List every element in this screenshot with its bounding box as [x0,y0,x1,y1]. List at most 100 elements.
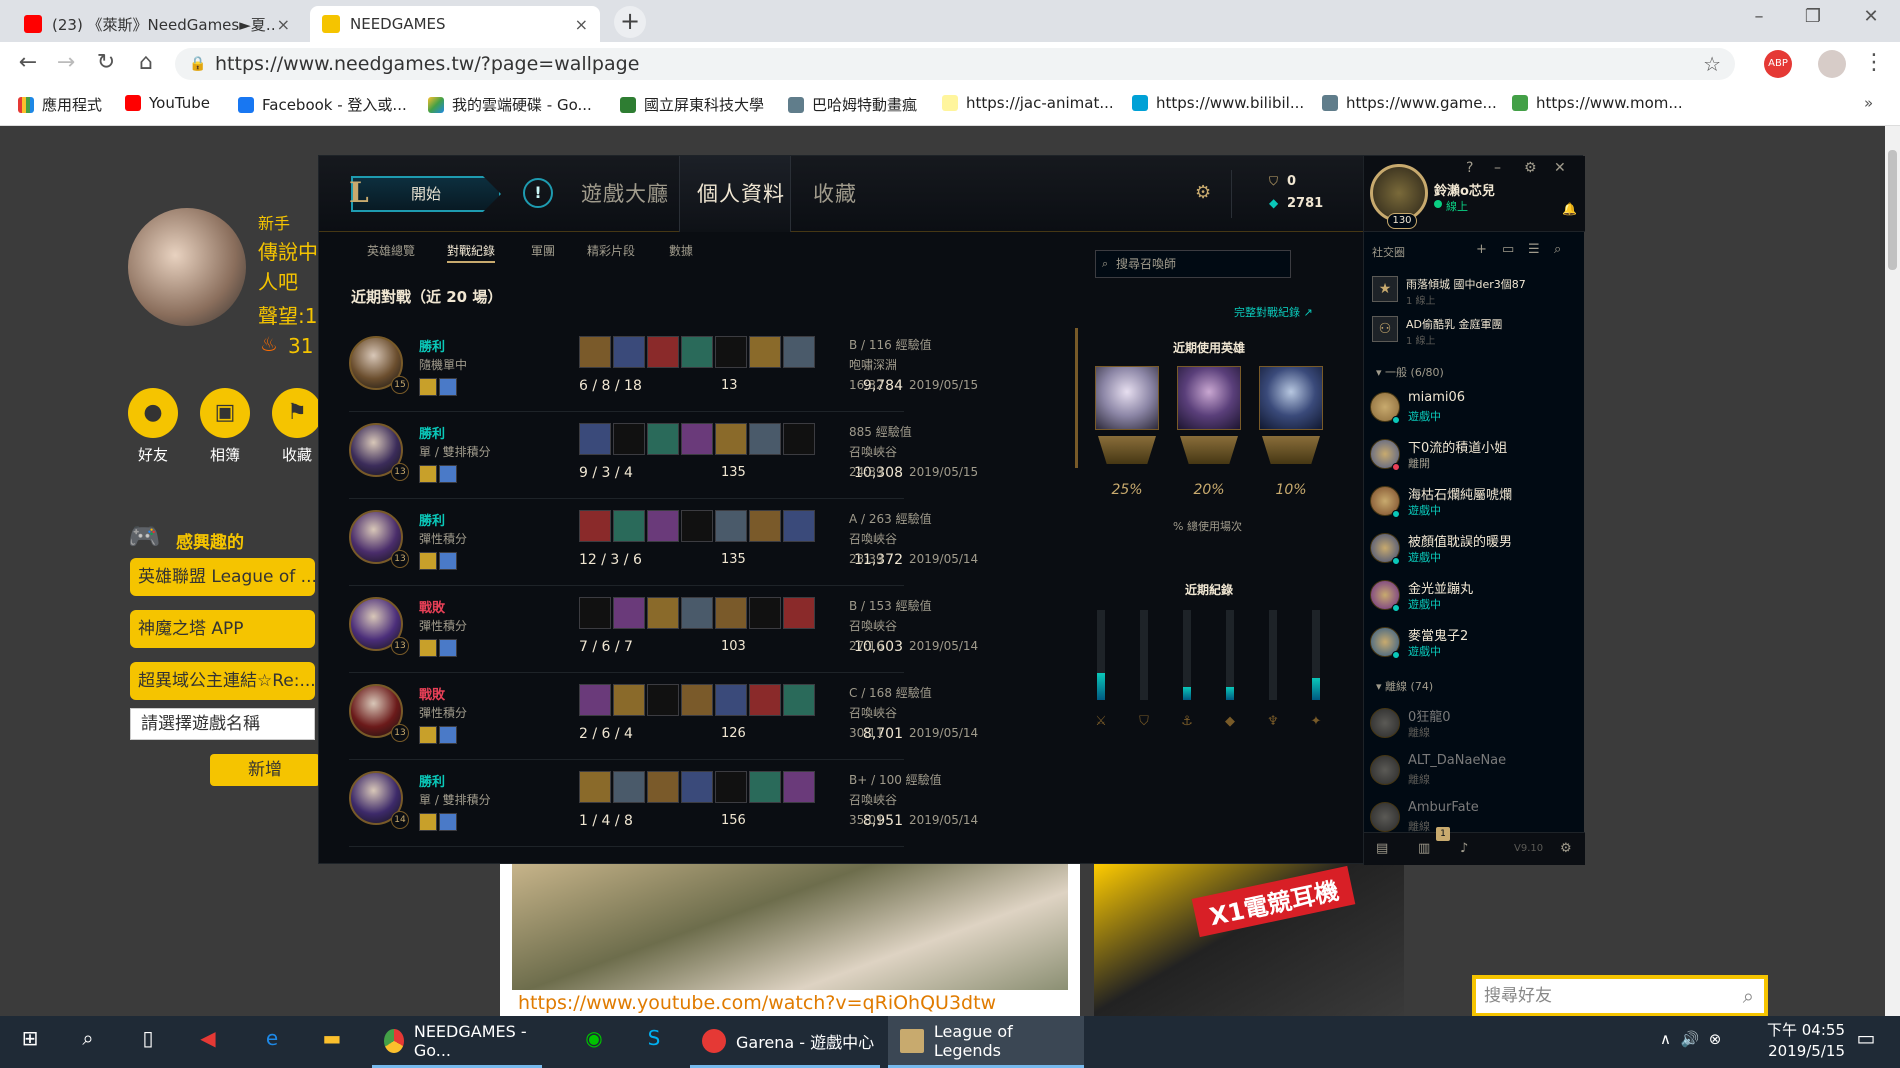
restore-icon[interactable]: ❐ [1790,6,1836,27]
item-icon[interactable] [681,684,713,716]
item-icon[interactable] [613,423,645,455]
item-icon[interactable] [647,771,679,803]
item-icon[interactable] [647,336,679,368]
item-icon[interactable] [647,510,679,542]
bookmark-mom[interactable]: https://www.mom... [1512,94,1683,112]
group-offline[interactable]: ▾ 離線 (74) [1376,678,1433,694]
folder-icon[interactable]: ▭ [1502,242,1514,257]
messages-icon[interactable]: ▥ [1418,841,1430,856]
top-champ-portrait[interactable] [1177,366,1241,430]
clock[interactable]: 下午 04:55 2019/5/15 [1745,1020,1845,1062]
new-tab-button[interactable]: + [614,6,646,38]
star-icon[interactable]: ☆ [1703,48,1721,80]
search-icon[interactable]: ⌕ [1743,979,1754,1013]
item-icon[interactable] [749,423,781,455]
nav-home[interactable]: 遊戲大廳 [581,178,669,208]
bookmark-drive[interactable]: 我的雲端硬碟 - Go... [428,94,592,115]
list-icon[interactable]: ☰ [1528,242,1540,257]
skype-icon[interactable]: S [638,1026,670,1050]
interest-item[interactable]: 神魔之塔 APP [130,610,315,648]
item-icon[interactable] [783,510,815,542]
item-icon[interactable] [681,597,713,629]
folder-icon[interactable]: ▬ [316,1026,348,1050]
back-icon[interactable]: ← [14,50,42,75]
album-button[interactable]: ▣ [200,388,250,438]
item-icon[interactable] [613,684,645,716]
friend-search[interactable]: 搜尋好友 ⌕ [1472,975,1768,1017]
ad-banner[interactable]: X1電競耳機 [1094,864,1404,1016]
item-icon[interactable] [579,771,611,803]
scrollbar-thumb[interactable] [1888,150,1897,270]
champion-portrait[interactable]: 13 [349,597,409,655]
profile-photo[interactable] [128,208,246,326]
friend-row[interactable]: 麥當鬼子2 遊戲中 [1370,621,1580,667]
item-icon[interactable] [749,597,781,629]
interest-item[interactable]: 超異域公主連結☆Re:... [130,662,315,700]
item-icon[interactable] [579,423,611,455]
friend-row[interactable]: ALT_DaNaeNae 離線 [1370,749,1580,795]
bookmark-apps[interactable]: 應用程式 [18,94,102,115]
address-bar[interactable]: 🔒 https://www.needgames.tw/?page=wallpag… [175,48,1735,80]
club-row[interactable]: ★ 雨落傾城 國中der3個87 1 線上 [1372,272,1572,310]
subtab-clubs[interactable]: 軍團 [531,242,555,259]
summoner-status[interactable]: 線上 [1446,198,1468,214]
notification-icon[interactable]: 🔔 [1562,202,1577,216]
chat-icon[interactable]: ▤ [1376,841,1388,856]
search-icon[interactable]: ⌕ [1554,242,1561,257]
item-icon[interactable] [783,684,815,716]
alert-icon[interactable]: ! [523,178,553,208]
club-row[interactable]: ⚇ AD偷酷乳 金庭軍團 1 線上 [1372,312,1572,350]
item-icon[interactable] [681,771,713,803]
bookmark-youtube[interactable]: YouTube [125,94,210,112]
windows-start-icon[interactable]: ⊞ [14,1026,46,1050]
item-icon[interactable] [783,771,815,803]
item-icon[interactable] [647,684,679,716]
friend-row[interactable]: 0狂龍0 離線 [1370,702,1580,748]
taskbar-garena[interactable]: Garena - 遊戲中心 [690,1016,880,1068]
champion-portrait[interactable]: 13 [349,510,409,568]
interest-item[interactable]: 英雄聯盟 League of ... [130,558,315,596]
group-general[interactable]: ▾ 一般 (6/80) [1376,364,1444,380]
item-icon[interactable] [749,336,781,368]
item-icon[interactable] [783,597,815,629]
friend-row[interactable]: miami06 遊戲中 [1370,386,1580,432]
champion-portrait[interactable]: 13 [349,423,409,481]
item-icon[interactable] [681,510,713,542]
settings-icon[interactable]: ⚙ [1524,160,1537,176]
item-icon[interactable] [681,423,713,455]
reload-icon[interactable]: ↻ [92,50,120,75]
profile-avatar[interactable] [1818,50,1846,78]
top-champ-portrait[interactable] [1095,366,1159,430]
friends-button[interactable]: ● [128,388,178,438]
match-row[interactable]: 13 戰敗 彈性積分 7 / 6 / 7 103 10,603 B / 153 … [349,589,978,673]
line-icon[interactable]: ◉ [578,1026,610,1050]
item-icon[interactable] [579,510,611,542]
item-icon[interactable] [613,597,645,629]
champion-portrait[interactable]: 13 [349,684,409,742]
item-icon[interactable] [715,771,747,803]
search-icon[interactable]: ⌕ [72,1026,104,1050]
minimize-icon[interactable]: – [1494,160,1501,176]
match-list-scrollbar[interactable] [1075,328,1078,468]
match-row[interactable]: 15 勝利 隨機單中 6 / 8 / 18 13 9,784 B / 116 經… [349,328,978,412]
bookmark-button[interactable]: ⚑ [272,388,322,438]
friend-row[interactable]: 金光並蹦丸 遊戲中 [1370,574,1580,620]
match-row[interactable]: 13 戰敗 彈性積分 2 / 6 / 4 126 8,701 C / 168 經… [349,676,978,760]
add-friend-icon[interactable]: + [1476,242,1487,257]
friend-row[interactable]: 被顏值耽誤的暖男 遊戲中 [1370,527,1580,573]
media-icon[interactable]: ◀ [192,1026,224,1050]
friend-row[interactable]: 海枯石爛純屬唬爛 遊戲中 [1370,480,1580,526]
subtab-stats[interactable]: 數據 [669,242,693,259]
task-view-icon[interactable]: ▯ [132,1026,164,1050]
item-icon[interactable] [715,423,747,455]
match-row[interactable]: 13 勝利 單 / 雙排積分 9 / 3 / 4 135 10,308 885 … [349,415,978,499]
champion-portrait[interactable]: 15 [349,336,409,394]
subtab-overview[interactable]: 英雄總覽 [367,242,415,259]
bookmark-gamer-anime[interactable]: 巴哈姆特動畫瘋 [788,94,917,115]
bookmark-jac[interactable]: https://jac-animat... [942,94,1114,112]
item-icon[interactable] [613,336,645,368]
close-window-icon[interactable]: ✕ [1848,6,1894,27]
item-icon[interactable] [647,423,679,455]
notifications-icon[interactable]: ▭ [1850,1026,1882,1050]
item-icon[interactable] [613,510,645,542]
